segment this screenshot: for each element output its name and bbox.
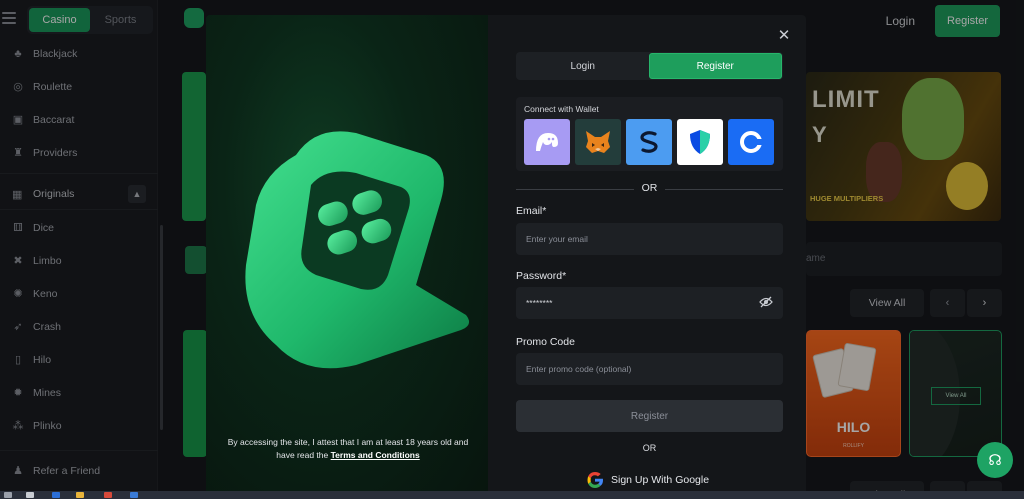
s-wallet-button[interactable] [626, 119, 672, 165]
password-label: Password* [516, 270, 567, 282]
google-icon [587, 472, 603, 488]
taskbar-icon[interactable] [130, 492, 138, 498]
trust-wallet-icon [690, 130, 710, 154]
taskbar-icon[interactable] [26, 492, 34, 498]
os-taskbar [0, 491, 1024, 499]
email-field[interactable] [516, 223, 783, 255]
phantom-wallet-button[interactable] [524, 119, 570, 165]
wallet-connect-panel: Connect with Wallet [516, 97, 783, 171]
modal-brand-panel: By accessing the site, I attest that I a… [206, 15, 488, 491]
terms-link[interactable]: Terms and Conditions [331, 450, 420, 460]
taskbar-icon[interactable] [104, 492, 112, 498]
brand-logo-3d-icon [245, 131, 470, 369]
promo-label: Promo Code [516, 336, 575, 348]
register-submit-button[interactable]: Register [516, 400, 783, 432]
tab-register[interactable]: Register [648, 53, 782, 79]
or-divider: OR [516, 182, 783, 196]
tab-login[interactable]: Login [517, 53, 649, 79]
taskbar-icon[interactable] [76, 492, 84, 498]
phantom-icon [536, 133, 558, 151]
support-chat-button[interactable]: ☊ [977, 442, 1013, 478]
wallet-title: Connect with Wallet [524, 104, 599, 114]
eye-off-icon[interactable] [759, 296, 773, 308]
google-signup-button[interactable]: Sign Up With Google [586, 471, 709, 489]
metamask-icon [586, 131, 610, 153]
auth-modal: By accessing the site, I attest that I a… [206, 15, 806, 491]
wallet-options [524, 119, 774, 165]
age-disclaimer: By accessing the site, I attest that I a… [227, 437, 469, 460]
or-text: OR [642, 443, 657, 453]
password-field[interactable] [516, 287, 783, 319]
email-label: Email* [516, 205, 547, 217]
headset-icon: ☊ [988, 452, 1002, 469]
trust-wallet-button[interactable] [677, 119, 723, 165]
wallet-s-icon [640, 131, 658, 153]
coinbase-wallet-button[interactable] [728, 119, 774, 165]
auth-tabs: Login Register [516, 52, 783, 80]
taskbar-icon[interactable] [4, 492, 12, 498]
metamask-wallet-button[interactable] [575, 119, 621, 165]
coinbase-icon [740, 131, 763, 153]
taskbar-icon[interactable] [52, 492, 60, 498]
divider-line [665, 189, 783, 190]
promo-code-field[interactable] [516, 353, 783, 385]
close-icon[interactable]: ✕ [777, 28, 791, 43]
